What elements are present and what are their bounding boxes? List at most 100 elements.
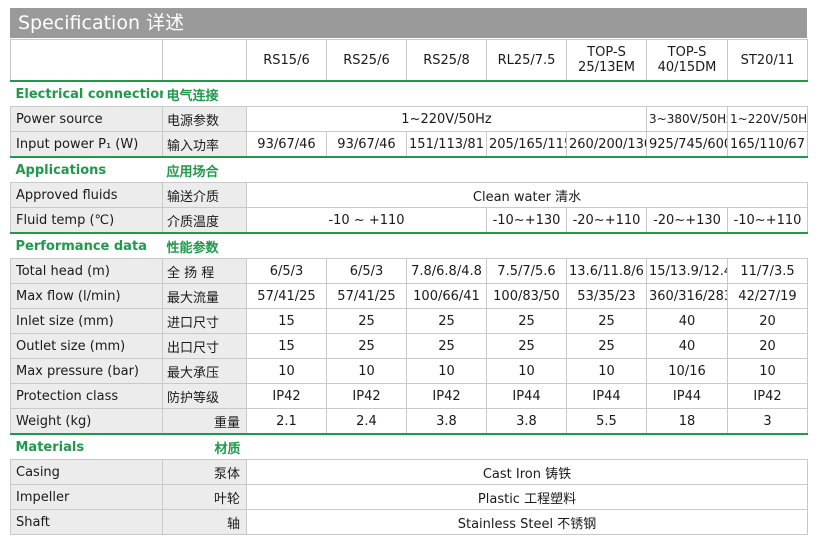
table-cell: 20 xyxy=(727,333,808,359)
table-cell: 360/316/283 xyxy=(646,283,728,309)
section-filler xyxy=(246,80,808,107)
table-row: Total head (m) 全 扬 程 6/5/3 6/5/3 7.8/6.8… xyxy=(10,258,808,284)
table-cell: 18 xyxy=(646,408,728,435)
table-row: Inlet size (mm) 进口尺寸 15 25 25 25 25 40 2… xyxy=(10,308,808,334)
row-label-en: Outlet size (mm) xyxy=(10,333,163,359)
table-cell: 11/7/3.5 xyxy=(727,258,808,284)
table-row: Casing 泵体 Cast Iron 铸铁 xyxy=(10,459,808,485)
table-cell: 93/67/46 xyxy=(246,131,327,158)
row-label-cn: 出口尺寸 xyxy=(162,333,247,359)
table-cell: 57/41/25 xyxy=(246,283,327,309)
table-cell: 1~220V/50Hz xyxy=(727,106,808,132)
model-header: RL25/7.5 xyxy=(486,39,567,82)
table-cell: 6/5/3 xyxy=(326,258,407,284)
table-cell: 260/200/130 xyxy=(566,131,647,158)
page-title: Specification 详述 xyxy=(10,8,807,38)
row-label-cn: 输入功率 xyxy=(162,131,247,158)
table-cell: IP44 xyxy=(486,383,567,409)
row-label-en: Protection class xyxy=(10,383,163,409)
row-label-cn: 介质温度 xyxy=(162,207,247,234)
model-header-row: RS15/6 RS25/6 RS25/8 RL25/7.5 TOP-S 25/13… xyxy=(10,39,808,82)
table-cell: 1~220V/50Hz xyxy=(246,106,647,132)
table-cell: 10 xyxy=(246,358,327,384)
row-label-en: Fluid temp (℃) xyxy=(10,207,163,234)
row-label-en: Power source xyxy=(10,106,163,132)
table-cell: IP42 xyxy=(406,383,487,409)
row-label-cn: 输送介质 xyxy=(162,182,247,208)
row-label-en: Impeller xyxy=(10,484,163,510)
model-header-line: TOP-S xyxy=(667,45,707,60)
row-label-cn: 电源参数 xyxy=(162,106,247,132)
model-header-line: 40/15DM xyxy=(657,60,717,75)
table-cell: Clean water 清水 xyxy=(246,182,808,208)
table-cell: 15/13.9/12.4 xyxy=(646,258,728,284)
table-cell: -20~+110 xyxy=(566,207,647,234)
section-title-cn: 电气连接 xyxy=(162,80,247,107)
table-cell: 93/67/46 xyxy=(326,131,407,158)
table-row: Approved fluids 输送介质 Clean water 清水 xyxy=(10,182,808,208)
table-cell: 6/5/3 xyxy=(246,258,327,284)
table-cell: IP44 xyxy=(646,383,728,409)
table-cell: IP44 xyxy=(566,383,647,409)
table-cell: 2.4 xyxy=(326,408,407,435)
table-cell: 3.8 xyxy=(486,408,567,435)
model-header: RS25/8 xyxy=(406,39,487,82)
model-header: TOP-S 25/13EM xyxy=(566,39,647,82)
table-cell: Cast Iron 铸铁 xyxy=(246,459,808,485)
table-cell: 25 xyxy=(326,333,407,359)
row-label-en: Input power P₁ (W) xyxy=(10,131,163,158)
row-label-cn: 轴 xyxy=(162,509,247,535)
table-cell: 10 xyxy=(727,358,808,384)
table-cell: 53/35/23 xyxy=(566,283,647,309)
table-cell: 15 xyxy=(246,333,327,359)
table-cell: 10 xyxy=(566,358,647,384)
table-cell: 40 xyxy=(646,333,728,359)
table-cell: 25 xyxy=(326,308,407,334)
model-header-line: TOP-S xyxy=(587,45,626,60)
table-row: Max pressure (bar) 最大承压 10 10 10 10 10 1… xyxy=(10,358,808,384)
table-cell: 25 xyxy=(566,308,647,334)
table-cell: -10 ~ +110 xyxy=(246,207,487,234)
section-title-cn: 性能参数 xyxy=(162,232,247,259)
section-applications: Applications 应用场合 xyxy=(10,156,808,183)
section-title-en: Applications xyxy=(10,156,163,183)
table-row: Fluid temp (℃) 介质温度 -10 ~ +110 -10~+130 … xyxy=(10,207,808,234)
row-label-cn: 重量 xyxy=(162,408,247,435)
row-label-en: Max flow (l/min) xyxy=(10,283,163,309)
table-cell: 100/83/50 xyxy=(486,283,567,309)
section-materials: Materials 材质 xyxy=(10,433,808,460)
table-row: Power source 电源参数 1~220V/50Hz 3~380V/50H… xyxy=(10,106,808,132)
section-filler xyxy=(246,156,808,183)
table-cell: 3 xyxy=(727,408,808,435)
table-cell: 13.6/11.8/6 xyxy=(566,258,647,284)
section-title-cn: 材质 xyxy=(162,433,247,460)
row-label-cn: 泵体 xyxy=(162,459,247,485)
table-cell: 25 xyxy=(566,333,647,359)
row-label-cn: 全 扬 程 xyxy=(162,258,247,284)
table-cell: 3.8 xyxy=(406,408,487,435)
model-header: ST20/11 xyxy=(727,39,808,82)
table-cell: 7.8/6.8/4.8 xyxy=(406,258,487,284)
table-cell: 2.1 xyxy=(246,408,327,435)
table-row: Protection class 防护等级 IP42 IP42 IP42 IP4… xyxy=(10,383,808,409)
table-cell: 925/745/600 xyxy=(646,131,728,158)
table-row: Input power P₁ (W) 输入功率 93/67/46 93/67/4… xyxy=(10,131,808,158)
section-electrical: Electrical connection 电气连接 xyxy=(10,80,808,107)
section-filler xyxy=(246,232,808,259)
section-filler xyxy=(246,433,808,460)
table-cell: 25 xyxy=(486,333,567,359)
table-cell: 57/41/25 xyxy=(326,283,407,309)
section-title-cn: 应用场合 xyxy=(162,156,247,183)
header-blank-en xyxy=(10,39,163,82)
table-cell: 10 xyxy=(406,358,487,384)
row-label-en: Casing xyxy=(10,459,163,485)
section-performance: Performance data 性能参数 xyxy=(10,232,808,259)
table-row: Weight (kg) 重量 2.1 2.4 3.8 3.8 5.5 18 3 xyxy=(10,408,808,435)
table-cell: Stainless Steel 不锈钢 xyxy=(246,509,808,535)
table-cell: IP42 xyxy=(727,383,808,409)
row-label-cn: 进口尺寸 xyxy=(162,308,247,334)
table-cell: 100/66/41 xyxy=(406,283,487,309)
model-header: RS25/6 xyxy=(326,39,407,82)
table-cell: -20~+130 xyxy=(646,207,728,234)
table-cell: 10/16 xyxy=(646,358,728,384)
